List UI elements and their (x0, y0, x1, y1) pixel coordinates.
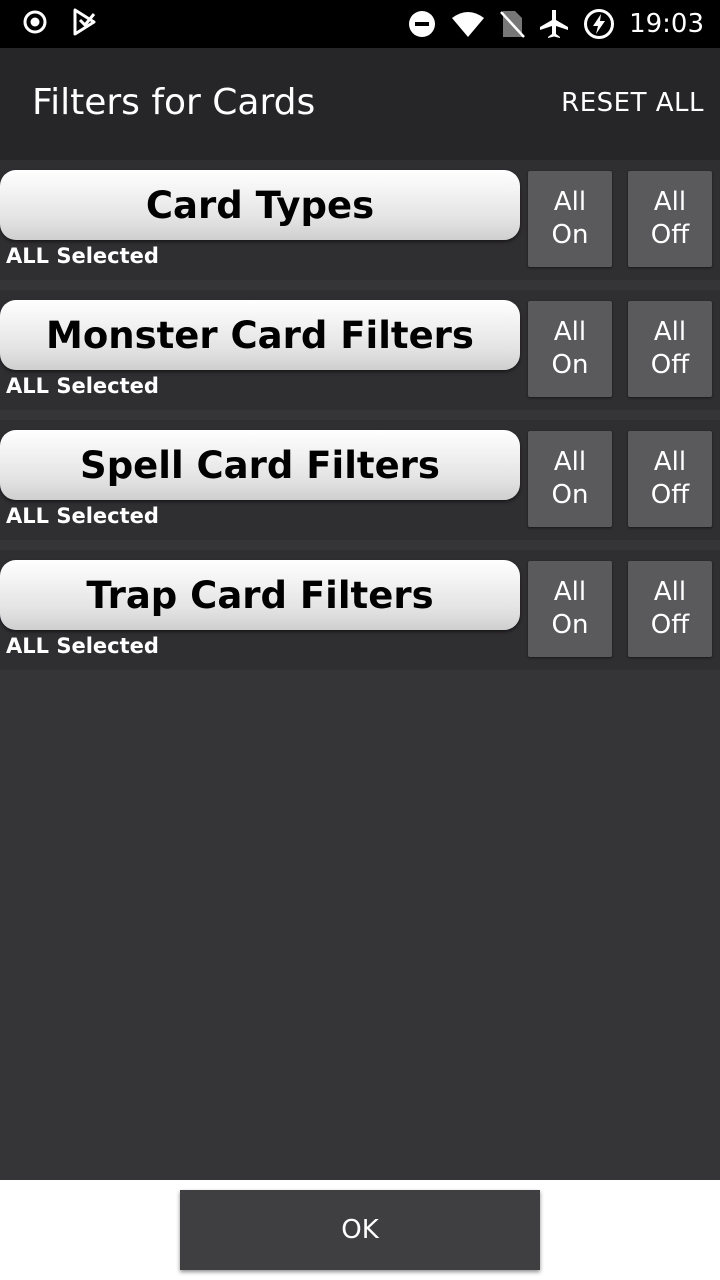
do-not-disturb-icon (409, 11, 436, 37)
page-title: Filters for Cards (32, 82, 316, 123)
bottom-bar: OK (0, 1180, 720, 1280)
trap-all-on-button[interactable]: All On (528, 561, 612, 657)
filter-row-card-types: Card Types ALL Selected All On All Off (0, 160, 720, 280)
wifi-icon (452, 12, 485, 37)
trap-card-filters-button[interactable]: Trap Card Filters (0, 560, 520, 630)
filter-row-spell: Spell Card Filters ALL Selected All On A… (0, 420, 720, 540)
card-types-all-on-button[interactable]: All On (528, 171, 612, 267)
no-sim-icon (500, 11, 525, 38)
record-icon (23, 10, 47, 34)
toolbar: Filters for Cards RESET ALL (0, 48, 720, 160)
monster-all-off-button[interactable]: All Off (628, 301, 712, 397)
spell-card-filters-button[interactable]: Spell Card Filters (0, 430, 520, 500)
trap-all-off-button[interactable]: All Off (628, 561, 712, 657)
battery-charging-icon (584, 9, 615, 39)
spell-all-on-button[interactable]: All On (528, 431, 612, 527)
spell-card-filters-status: ALL Selected (6, 504, 159, 528)
trap-card-filters-status: ALL Selected (6, 634, 159, 658)
status-bar: 19:03 (0, 0, 720, 48)
monster-card-filters-button[interactable]: Monster Card Filters (0, 300, 520, 370)
spell-all-off-button[interactable]: All Off (628, 431, 712, 527)
reset-all-button[interactable]: RESET ALL (561, 88, 704, 118)
card-types-status: ALL Selected (6, 244, 159, 268)
card-types-button[interactable]: Card Types (0, 170, 520, 240)
play-store-icon (73, 8, 96, 36)
monster-card-filters-status: ALL Selected (6, 374, 159, 398)
filters-screen: Filters for Cards RESET ALL Card Types A… (0, 48, 720, 1180)
ok-button[interactable]: OK (180, 1190, 540, 1270)
card-types-all-off-button[interactable]: All Off (628, 171, 712, 267)
airplane-icon (540, 10, 569, 38)
status-time: 19:03 (629, 9, 704, 39)
filter-row-trap: Trap Card Filters ALL Selected All On Al… (0, 550, 720, 670)
filter-row-monster: Monster Card Filters ALL Selected All On… (0, 290, 720, 410)
monster-all-on-button[interactable]: All On (528, 301, 612, 397)
